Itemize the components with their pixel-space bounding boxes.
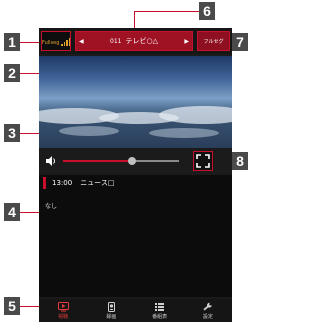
top-bar: Fullseg ◀ 011 テレビ○△ ▶ フルセグ bbox=[39, 28, 232, 54]
record-icon bbox=[107, 301, 115, 312]
cloud bbox=[59, 126, 119, 136]
callout-8: 8 bbox=[232, 152, 248, 170]
fullscreen-button[interactable] bbox=[193, 151, 213, 171]
volume-slider-thumb[interactable] bbox=[128, 157, 136, 165]
leader-line-6b bbox=[134, 11, 199, 12]
leader-line-2 bbox=[20, 73, 39, 74]
tv-icon bbox=[57, 301, 69, 311]
callout-4: 4 bbox=[4, 203, 20, 221]
nav-item-settings[interactable]: 設定 bbox=[184, 299, 232, 322]
leader-line-1 bbox=[20, 42, 41, 43]
volume-icon[interactable] bbox=[45, 155, 57, 167]
prev-channel-icon[interactable]: ◀ bbox=[79, 38, 84, 45]
leader-line-4 bbox=[20, 212, 39, 213]
list-icon bbox=[155, 302, 165, 311]
video-view[interactable] bbox=[39, 56, 232, 148]
callout-7: 7 bbox=[232, 33, 248, 51]
bottom-navigation: 視聴 録画 番組表 設定 bbox=[39, 299, 232, 322]
fullscreen-icon bbox=[196, 154, 210, 168]
program-marker bbox=[43, 177, 46, 189]
signal-indicator: Fullseg bbox=[41, 31, 71, 51]
signal-bar bbox=[66, 40, 68, 46]
channel-selector[interactable]: ◀ 011 テレビ○△ ▶ bbox=[75, 31, 193, 51]
next-channel-icon[interactable]: ▶ bbox=[184, 38, 189, 45]
nav-label-settings: 設定 bbox=[202, 313, 213, 320]
program-detail: なし bbox=[45, 203, 58, 210]
signal-bar bbox=[61, 44, 63, 46]
callout-3: 3 bbox=[4, 124, 20, 142]
program-title: ニュース□ bbox=[80, 179, 115, 187]
leader-line-3 bbox=[20, 133, 39, 134]
signal-bar bbox=[63, 42, 66, 46]
signal-label: Fullseg bbox=[42, 40, 60, 46]
program-header: 13:00 ニュース□ bbox=[39, 175, 232, 191]
nav-label-watch: 視聴 bbox=[58, 313, 69, 320]
tv-app-screen: Fullseg ◀ 011 テレビ○△ ▶ フルセグ 13:00 ニュース□ な… bbox=[39, 28, 232, 322]
callout-6: 6 bbox=[199, 2, 215, 20]
callout-1: 1 bbox=[4, 33, 20, 51]
channel-display: 011 テレビ○△ bbox=[110, 36, 158, 46]
nav-item-watch[interactable]: 視聴 bbox=[39, 299, 87, 322]
leader-line-5 bbox=[20, 306, 39, 307]
program-info-panel: 13:00 ニュース□ なし bbox=[39, 175, 232, 297]
nav-label-guide: 番組表 bbox=[152, 313, 168, 320]
signal-bar bbox=[68, 38, 70, 46]
nav-item-record[interactable]: 録画 bbox=[87, 299, 135, 322]
channel-name: テレビ○△ bbox=[125, 37, 158, 45]
volume-slider-filled[interactable] bbox=[63, 160, 133, 162]
playback-controls bbox=[39, 149, 232, 173]
fullseg-button[interactable]: フルセグ bbox=[197, 31, 230, 51]
program-time: 13:00 bbox=[52, 179, 73, 187]
wrench-icon bbox=[203, 302, 213, 311]
cloud bbox=[149, 128, 219, 138]
nav-label-record: 録画 bbox=[106, 313, 117, 320]
nav-item-guide[interactable]: 番組表 bbox=[136, 299, 184, 322]
callout-5: 5 bbox=[4, 297, 20, 315]
channel-number: 011 bbox=[110, 37, 122, 45]
volume-slider-track[interactable] bbox=[133, 160, 179, 162]
callout-2: 2 bbox=[4, 64, 20, 82]
